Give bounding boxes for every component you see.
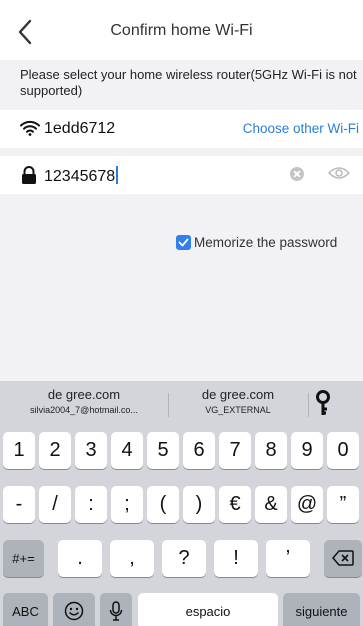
wifi-icon xyxy=(20,120,40,141)
emoji-key[interactable] xyxy=(53,593,95,626)
space-key[interactable]: espacio xyxy=(138,593,278,626)
page-title: Confirm home Wi-Fi xyxy=(110,22,253,39)
header: Confirm home Wi-Fi xyxy=(0,0,363,60)
key-row3-4[interactable]: ’ xyxy=(266,540,310,577)
key-row1-9[interactable]: 0 xyxy=(327,432,359,469)
microphone-icon xyxy=(109,601,123,621)
keyboard: de gree.com silvia2004_7@hotmail.co... d… xyxy=(0,381,363,626)
key-row2-4[interactable]: ( xyxy=(147,486,179,523)
key-row1-7[interactable]: 8 xyxy=(255,432,287,469)
memorize-label: Memorize the password xyxy=(194,234,338,250)
key-row2-3[interactable]: ; xyxy=(111,486,143,523)
key-row3-1[interactable]: , xyxy=(110,540,154,577)
key-row1-2[interactable]: 3 xyxy=(75,432,107,469)
checkbox-checked-icon[interactable] xyxy=(176,234,191,250)
suggestion-item[interactable]: de gree.com VG_EXTERNAL xyxy=(168,387,308,415)
key-row1-3[interactable]: 4 xyxy=(111,432,143,469)
eye-icon[interactable] xyxy=(327,165,351,186)
suggestion-item[interactable]: de gree.com silvia2004_7@hotmail.co... xyxy=(0,387,168,415)
key-row3-0[interactable]: . xyxy=(58,540,102,577)
key-row2-6[interactable]: € xyxy=(219,486,251,523)
memorize-password-checkbox[interactable]: Memorize the password xyxy=(176,234,337,250)
key-row2-9[interactable]: ” xyxy=(327,486,359,523)
key-row1-0[interactable]: 1 xyxy=(3,432,35,469)
suggestion-divider xyxy=(308,393,309,417)
wifi-ssid: 1edd6712 xyxy=(44,120,116,137)
abc-key[interactable]: ABC xyxy=(3,593,48,626)
suggestion-sub: VG_EXTERNAL xyxy=(205,405,271,415)
wifi-row[interactable]: 1edd6712 Choose other Wi-Fi xyxy=(0,110,363,148)
password-row: 12345678 xyxy=(0,156,363,194)
key-row2-1[interactable]: / xyxy=(39,486,71,523)
wifi-notice: Please select your home wireless router(… xyxy=(20,67,357,98)
key-row1-8[interactable]: 9 xyxy=(291,432,323,469)
key-row2-5[interactable]: ) xyxy=(183,486,215,523)
wifi-config-screen: Confirm home Wi-Fi Please select your ho… xyxy=(0,0,363,381)
suggestion-main: de gree.com xyxy=(47,387,121,402)
next-key[interactable]: siguiente xyxy=(283,593,360,626)
key-row2-7[interactable]: & xyxy=(255,486,287,523)
microphone-key[interactable] xyxy=(100,593,132,626)
key-icon[interactable] xyxy=(311,389,335,419)
key-row1-4[interactable]: 5 xyxy=(147,432,179,469)
key-row1-5[interactable]: 6 xyxy=(183,432,215,469)
password-value: 12345678 xyxy=(44,168,116,185)
backspace-key[interactable] xyxy=(324,540,362,577)
keyboard-suggestion-bar: de gree.com silvia2004_7@hotmail.co... d… xyxy=(0,381,363,427)
suggestion-sub: silvia2004_7@hotmail.co... xyxy=(30,405,138,415)
key-row1-6[interactable]: 7 xyxy=(219,432,251,469)
key-row3-3[interactable]: ! xyxy=(214,540,258,577)
text-caret xyxy=(116,166,119,184)
key-row2-2[interactable]: : xyxy=(75,486,107,523)
key-row2-0[interactable]: - xyxy=(3,486,35,523)
symbols-key[interactable]: #+= xyxy=(3,540,44,577)
password-input[interactable]: 12345678 xyxy=(44,166,119,186)
lock-icon xyxy=(20,166,38,190)
clear-icon[interactable] xyxy=(290,167,304,181)
choose-other-wifi-link[interactable]: Choose other Wi-Fi xyxy=(243,121,359,136)
emoji-icon xyxy=(64,601,84,621)
suggestion-main: de gree.com xyxy=(201,387,275,402)
key-row3-2[interactable]: ? xyxy=(162,540,206,577)
key-row2-8[interactable]: @ xyxy=(291,486,323,523)
key-row1-1[interactable]: 2 xyxy=(39,432,71,469)
backspace-icon xyxy=(332,550,354,566)
